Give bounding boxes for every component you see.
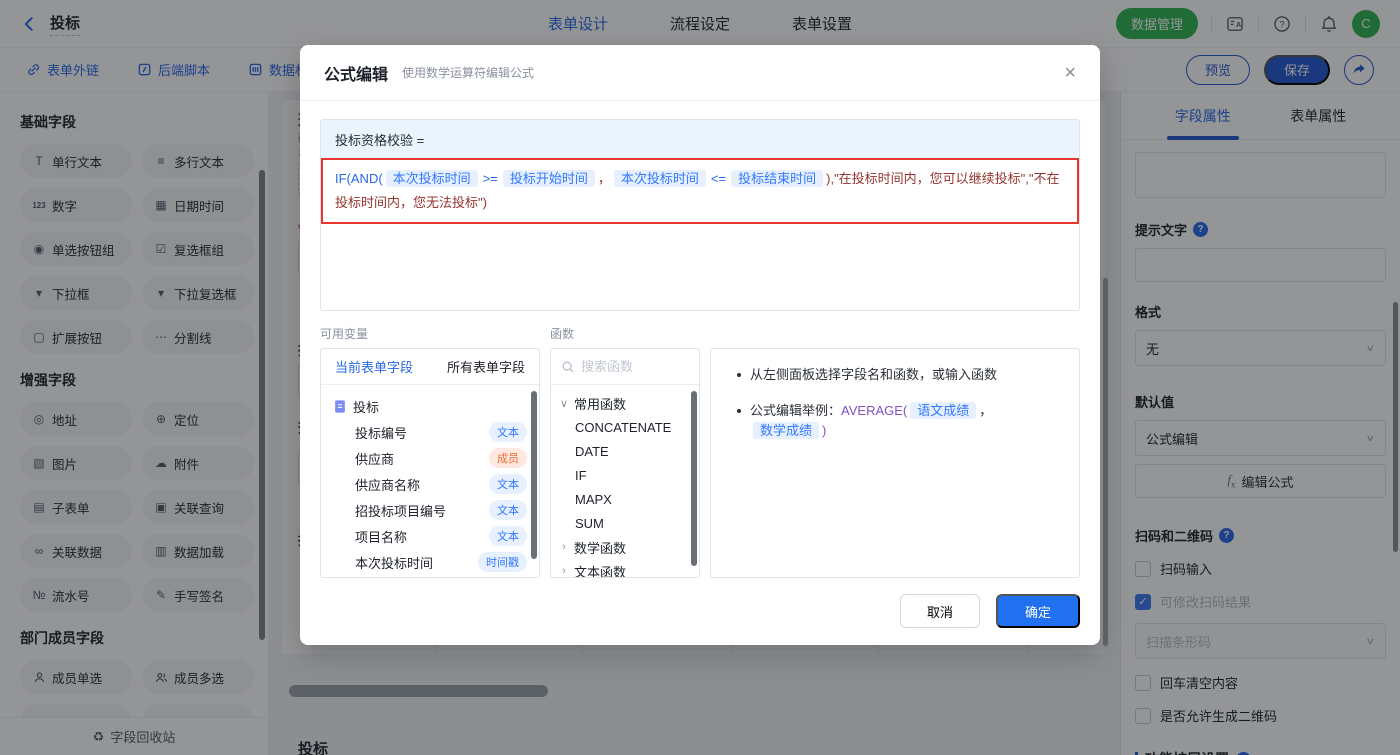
modal-title: 公式编辑 <box>324 66 389 84</box>
app-root: 投标 表单设计 流程设定 表单设置 数据管理 A ? C 表单外链 后端脚本 数据权 预… <box>0 0 1400 755</box>
formula-token: ， <box>597 171 611 186</box>
formula-box: 投标资格校验 = IF(AND(本次投标时间 >= 投标开始时间，本次投标时间 <= 投… <box>320 119 1080 311</box>
hint-example: 公式编辑举例：AVERAGE(语文成绩 ， 数学成绩) <box>737 401 1063 441</box>
close-icon[interactable]: × <box>1064 63 1076 83</box>
variable-项目名称[interactable]: 项目名称 文本 <box>333 523 539 549</box>
formula-error-highlight: IF(AND(本次投标时间 >= 投标开始时间，本次投标时间 <= 投标结束时间),"在… <box>321 158 1079 224</box>
function-group-文本函数[interactable]: › 文本函数 <box>551 559 699 578</box>
function-DATE[interactable]: DATE <box>551 439 699 463</box>
formula-token: IF(AND( <box>335 171 383 186</box>
search-icon <box>562 361 574 373</box>
field-chip[interactable]: 数学成绩 <box>753 422 820 439</box>
function-IF[interactable]: IF <box>551 463 699 487</box>
function-group-label: 数学函数 <box>574 540 627 556</box>
variable-投标编号[interactable]: 投标编号 文本 <box>333 419 539 445</box>
bullet-icon <box>737 409 741 413</box>
function-group-label: 常用函数 <box>574 396 627 412</box>
variable-name: 供应商 <box>355 451 395 467</box>
tree-root-label: 投标 <box>353 399 380 415</box>
variable-name: 本次投标时间 <box>355 555 434 571</box>
type-badge: 文本 <box>489 422 527 442</box>
variable-供应商名称[interactable]: 供应商名称 文本 <box>333 471 539 497</box>
field-chip[interactable]: 本次投标时间 <box>385 170 478 187</box>
formula-token: <= <box>710 171 727 186</box>
type-badge: 时间戳 <box>478 552 527 572</box>
type-badge: 成员 <box>489 448 527 468</box>
formula-target-field: 投标资格校验 = <box>321 120 1079 158</box>
function-SUM[interactable]: SUM <box>551 511 699 535</box>
field-chip[interactable]: 投标开始时间 <box>502 170 595 187</box>
formula-token: >= <box>482 171 498 186</box>
tab-all-form-fields[interactable]: 所有表单字段 <box>447 357 525 376</box>
formula-editor[interactable]: IF(AND(本次投标时间 >= 投标开始时间，本次投标时间 <= 投标结束时间),"在… <box>321 158 1079 310</box>
function-MAPX[interactable]: MAPX <box>551 487 699 511</box>
cancel-button[interactable]: 取消 <box>900 594 980 628</box>
variables-panel: 当前表单字段 所有表单字段 投标 投标编号 文本 供应商 成员 供应商名称 文本 招投标项目编… <box>320 348 540 578</box>
formula-token: AVERAGE( <box>841 403 908 418</box>
variable-招投标项目编号[interactable]: 招投标项目编号 文本 <box>333 497 539 523</box>
confirm-button[interactable]: 确定 <box>996 594 1080 628</box>
field-chip[interactable]: 投标结束时间 <box>731 170 824 187</box>
panel-labels: 可用变量 函数 <box>320 325 1080 342</box>
function-CONCATENATE[interactable]: CONCATENATE <box>551 415 699 439</box>
formula-token: ) <box>822 423 827 438</box>
functions-scrollbar[interactable] <box>691 391 697 566</box>
function-group-数学函数[interactable]: › 数学函数 <box>551 535 699 559</box>
modal-body: 投标资格校验 = IF(AND(本次投标时间 >= 投标开始时间，本次投标时间 <= 投… <box>300 101 1100 648</box>
formula-token: ， <box>979 403 993 418</box>
formula-edit-modal: 公式编辑 使用数学运算符编辑公式 × 投标资格校验 = IF(AND(本次投标时… <box>300 45 1100 645</box>
chevron-right-icon: › <box>562 541 566 553</box>
modal-footer: 取消 确定 <box>320 594 1080 648</box>
hint-panel: 从左侧面板选择字段名和函数，或输入函数 公式编辑举例：AVERAGE(语文成绩，… <box>710 348 1080 578</box>
variables-scrollbar[interactable] <box>531 391 537 559</box>
chevron-down-icon: ∨ <box>559 397 569 410</box>
type-badge: 文本 <box>489 526 527 546</box>
field-chip[interactable]: 本次投标时间 <box>613 170 706 187</box>
type-badge: 文本 <box>489 474 527 494</box>
functions-panel: ∨ 常用函数 CONCATENATEDATEIFMAPXSUM › 数学函数 › 文本函数 <box>550 348 700 578</box>
variable-name: 投标编号 <box>355 425 408 441</box>
functions-label: 函数 <box>550 327 575 341</box>
hint-item: 从左侧面板选择字段名和函数，或输入函数 <box>737 365 1063 385</box>
function-group-常用函数[interactable]: ∨ 常用函数 <box>551 391 699 415</box>
field-chip[interactable]: 语文成绩 <box>910 402 977 419</box>
variables-tabs: 当前表单字段 所有表单字段 <box>321 349 539 385</box>
modal-subtitle: 使用数学运算符编辑公式 <box>402 66 535 80</box>
formula-token: 公式编辑举例： <box>750 403 842 418</box>
variable-name: 供应商名称 <box>355 477 421 493</box>
function-search-input[interactable] <box>581 359 681 374</box>
chevron-right-icon: › <box>562 565 566 577</box>
tree-root-form[interactable]: 投标 <box>333 393 539 419</box>
modal-header: 公式编辑 使用数学运算符编辑公式 × <box>300 45 1100 101</box>
bullet-icon <box>737 373 741 377</box>
variables-label: 可用变量 <box>320 327 369 341</box>
variable-name: 招投标项目编号 <box>355 503 447 519</box>
variable-name: 项目名称 <box>355 529 408 545</box>
form-doc-icon <box>333 399 347 414</box>
modal-columns: 当前表单字段 所有表单字段 投标 投标编号 文本 供应商 成员 供应商名称 文本 招投标项目编… <box>320 348 1080 578</box>
variable-本次投标时间[interactable]: 本次投标时间 时间戳 <box>333 549 539 575</box>
function-group-label: 文本函数 <box>574 564 627 578</box>
tab-current-form-fields[interactable]: 当前表单字段 <box>335 357 413 376</box>
function-search <box>551 349 699 385</box>
variable-供应商[interactable]: 供应商 成员 <box>333 445 539 471</box>
type-badge: 文本 <box>489 500 527 520</box>
